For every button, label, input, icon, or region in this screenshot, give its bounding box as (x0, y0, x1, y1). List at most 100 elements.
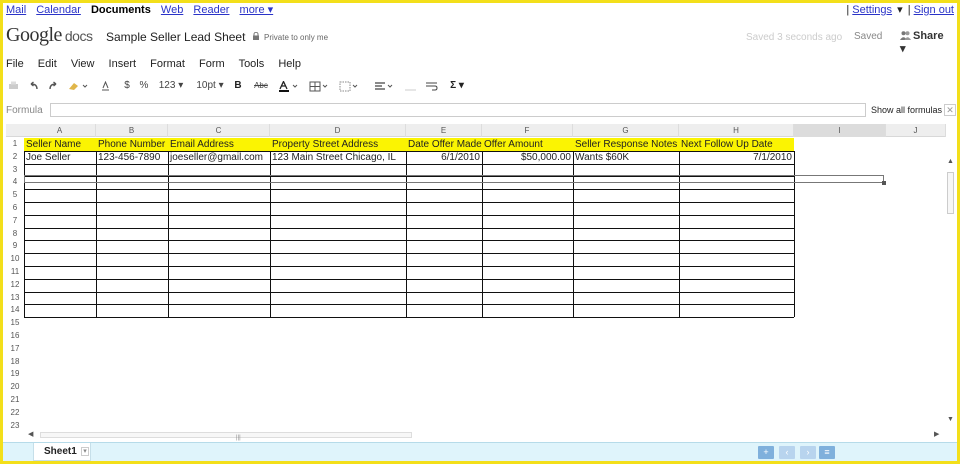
font-size-dropdown[interactable]: 10pt ▾ (194, 78, 226, 94)
sheet-tab-sheet1[interactable]: Sheet1 ▾ (33, 443, 91, 461)
row-number[interactable]: 14 (6, 304, 24, 317)
column-header[interactable]: C (168, 124, 270, 137)
header-cell[interactable]: Seller Response Notes (573, 138, 679, 151)
nav-link-more[interactable]: more ▾ (240, 4, 274, 16)
google-docs-logo[interactable]: Google docs (6, 24, 93, 47)
data-cell[interactable]: 123 Main Street Chicago, IL (270, 151, 406, 164)
header-cell[interactable]: Phone Number (96, 138, 168, 151)
column-header[interactable]: J (886, 124, 946, 137)
document-title[interactable]: Sample Seller Lead Sheet (106, 30, 245, 44)
merge-cells-icon[interactable] (402, 78, 418, 94)
row-number[interactable]: 8 (6, 228, 24, 241)
close-icon[interactable]: ✕ (944, 104, 956, 116)
column-header[interactable]: B (96, 124, 168, 137)
functions-dropdown[interactable]: Σ ▾ (446, 78, 468, 94)
header-cell[interactable]: Offer Amount (482, 138, 573, 151)
vertical-scrollbar[interactable]: ▲ ▼ (944, 138, 956, 428)
scroll-up-icon[interactable]: ▲ (947, 158, 954, 165)
strikethrough-button[interactable]: Abc (252, 78, 270, 94)
column-header[interactable]: E (406, 124, 482, 137)
show-all-formulas-link[interactable]: Show all formulas (871, 105, 942, 115)
row-number[interactable]: 23 (6, 420, 24, 433)
saved-button[interactable]: Saved (854, 31, 882, 42)
menu-insert[interactable]: Insert (109, 58, 137, 70)
data-cell[interactable]: Wants $60K (573, 151, 679, 164)
cell-selection[interactable] (24, 175, 884, 184)
row-number[interactable]: 19 (6, 368, 24, 381)
menu-form[interactable]: Form (199, 58, 225, 70)
data-cell[interactable]: Joe Seller (24, 151, 96, 164)
header-cell[interactable]: Seller Name (24, 138, 96, 151)
borders-icon[interactable] (338, 78, 362, 94)
nav-link-calendar[interactable]: Calendar (36, 4, 81, 16)
row-number[interactable]: 9 (6, 240, 24, 253)
sheet-list-button[interactable]: ≡ (819, 446, 835, 459)
data-cell[interactable]: 123-456-7890 (96, 151, 168, 164)
row-number[interactable]: 13 (6, 292, 24, 305)
prev-sheet-button[interactable]: ‹ (779, 446, 795, 459)
horizontal-scroll-thumb[interactable]: ||| (40, 432, 412, 441)
menu-view[interactable]: View (71, 58, 95, 70)
menu-edit[interactable]: Edit (38, 58, 57, 70)
row-number[interactable]: 22 (6, 407, 24, 420)
text-color-icon[interactable] (276, 78, 302, 94)
currency-format-button[interactable]: $ (122, 78, 132, 94)
scroll-right-icon[interactable]: ▶ (934, 430, 939, 438)
wrap-text-icon[interactable] (424, 78, 438, 94)
vertical-scroll-thumb[interactable] (947, 172, 954, 214)
fill-handle[interactable] (882, 181, 886, 186)
menu-format[interactable]: Format (150, 58, 185, 70)
nav-link-web[interactable]: Web (161, 4, 183, 16)
formula-input[interactable] (50, 103, 866, 117)
chevron-down-icon[interactable]: ▾ (81, 447, 89, 456)
redo-icon[interactable] (46, 78, 60, 94)
row-number[interactable]: 6 (6, 202, 24, 215)
bold-button[interactable]: B (232, 78, 244, 94)
add-sheet-button[interactable]: + (758, 446, 774, 459)
menu-help[interactable]: Help (278, 58, 301, 70)
row-number[interactable]: 21 (6, 394, 24, 407)
row-number[interactable]: 7 (6, 215, 24, 228)
header-cell[interactable]: Next Follow Up Date (679, 138, 794, 151)
row-number[interactable]: 11 (6, 266, 24, 279)
column-header[interactable]: A (24, 124, 96, 137)
row-number[interactable]: 12 (6, 279, 24, 292)
row-number[interactable]: 5 (6, 189, 24, 202)
column-header[interactable]: G (573, 124, 679, 137)
align-icon[interactable] (372, 78, 398, 94)
percent-format-button[interactable]: % (138, 78, 150, 94)
row-number[interactable]: 16 (6, 330, 24, 343)
data-cell[interactable]: $50,000.00 (482, 151, 573, 164)
fill-color-icon[interactable] (308, 78, 332, 94)
row-number[interactable]: 10 (6, 253, 24, 266)
column-header[interactable]: I (794, 124, 886, 137)
scroll-left-icon[interactable]: ◀ (28, 430, 33, 438)
row-number[interactable]: 2 (6, 151, 24, 164)
row-number[interactable]: 1 (6, 138, 24, 151)
row-number[interactable]: 20 (6, 381, 24, 394)
column-header[interactable]: F (482, 124, 573, 137)
header-cell[interactable]: Property Street Address (270, 138, 406, 151)
settings-dropdown-icon[interactable]: ▾ (897, 4, 903, 16)
next-sheet-button[interactable]: › (800, 446, 816, 459)
nav-link-reader[interactable]: Reader (193, 4, 229, 16)
horizontal-scrollbar[interactable]: ◀ ||| ▶ (28, 428, 948, 441)
row-number[interactable]: 15 (6, 317, 24, 330)
row-number[interactable]: 18 (6, 356, 24, 369)
undo-icon[interactable] (26, 78, 40, 94)
row-number[interactable]: 3 (6, 164, 24, 177)
sign-out-link[interactable]: Sign out (914, 4, 954, 16)
clear-format-icon[interactable] (98, 78, 112, 94)
row-number[interactable]: 17 (6, 343, 24, 356)
column-header[interactable]: D (270, 124, 406, 137)
row-number[interactable]: 4 (6, 176, 24, 189)
settings-link[interactable]: Settings (852, 4, 892, 16)
nav-link-mail[interactable]: Mail (6, 4, 26, 16)
print-icon[interactable] (6, 78, 20, 94)
data-cell[interactable]: 7/1/2010 (679, 151, 794, 164)
paint-format-icon[interactable] (66, 78, 90, 94)
menu-tools[interactable]: Tools (239, 58, 265, 70)
header-cell[interactable]: Date Offer Made (406, 138, 482, 151)
header-cell[interactable]: Email Address (168, 138, 270, 151)
nav-link-documents[interactable]: Documents (91, 4, 151, 16)
